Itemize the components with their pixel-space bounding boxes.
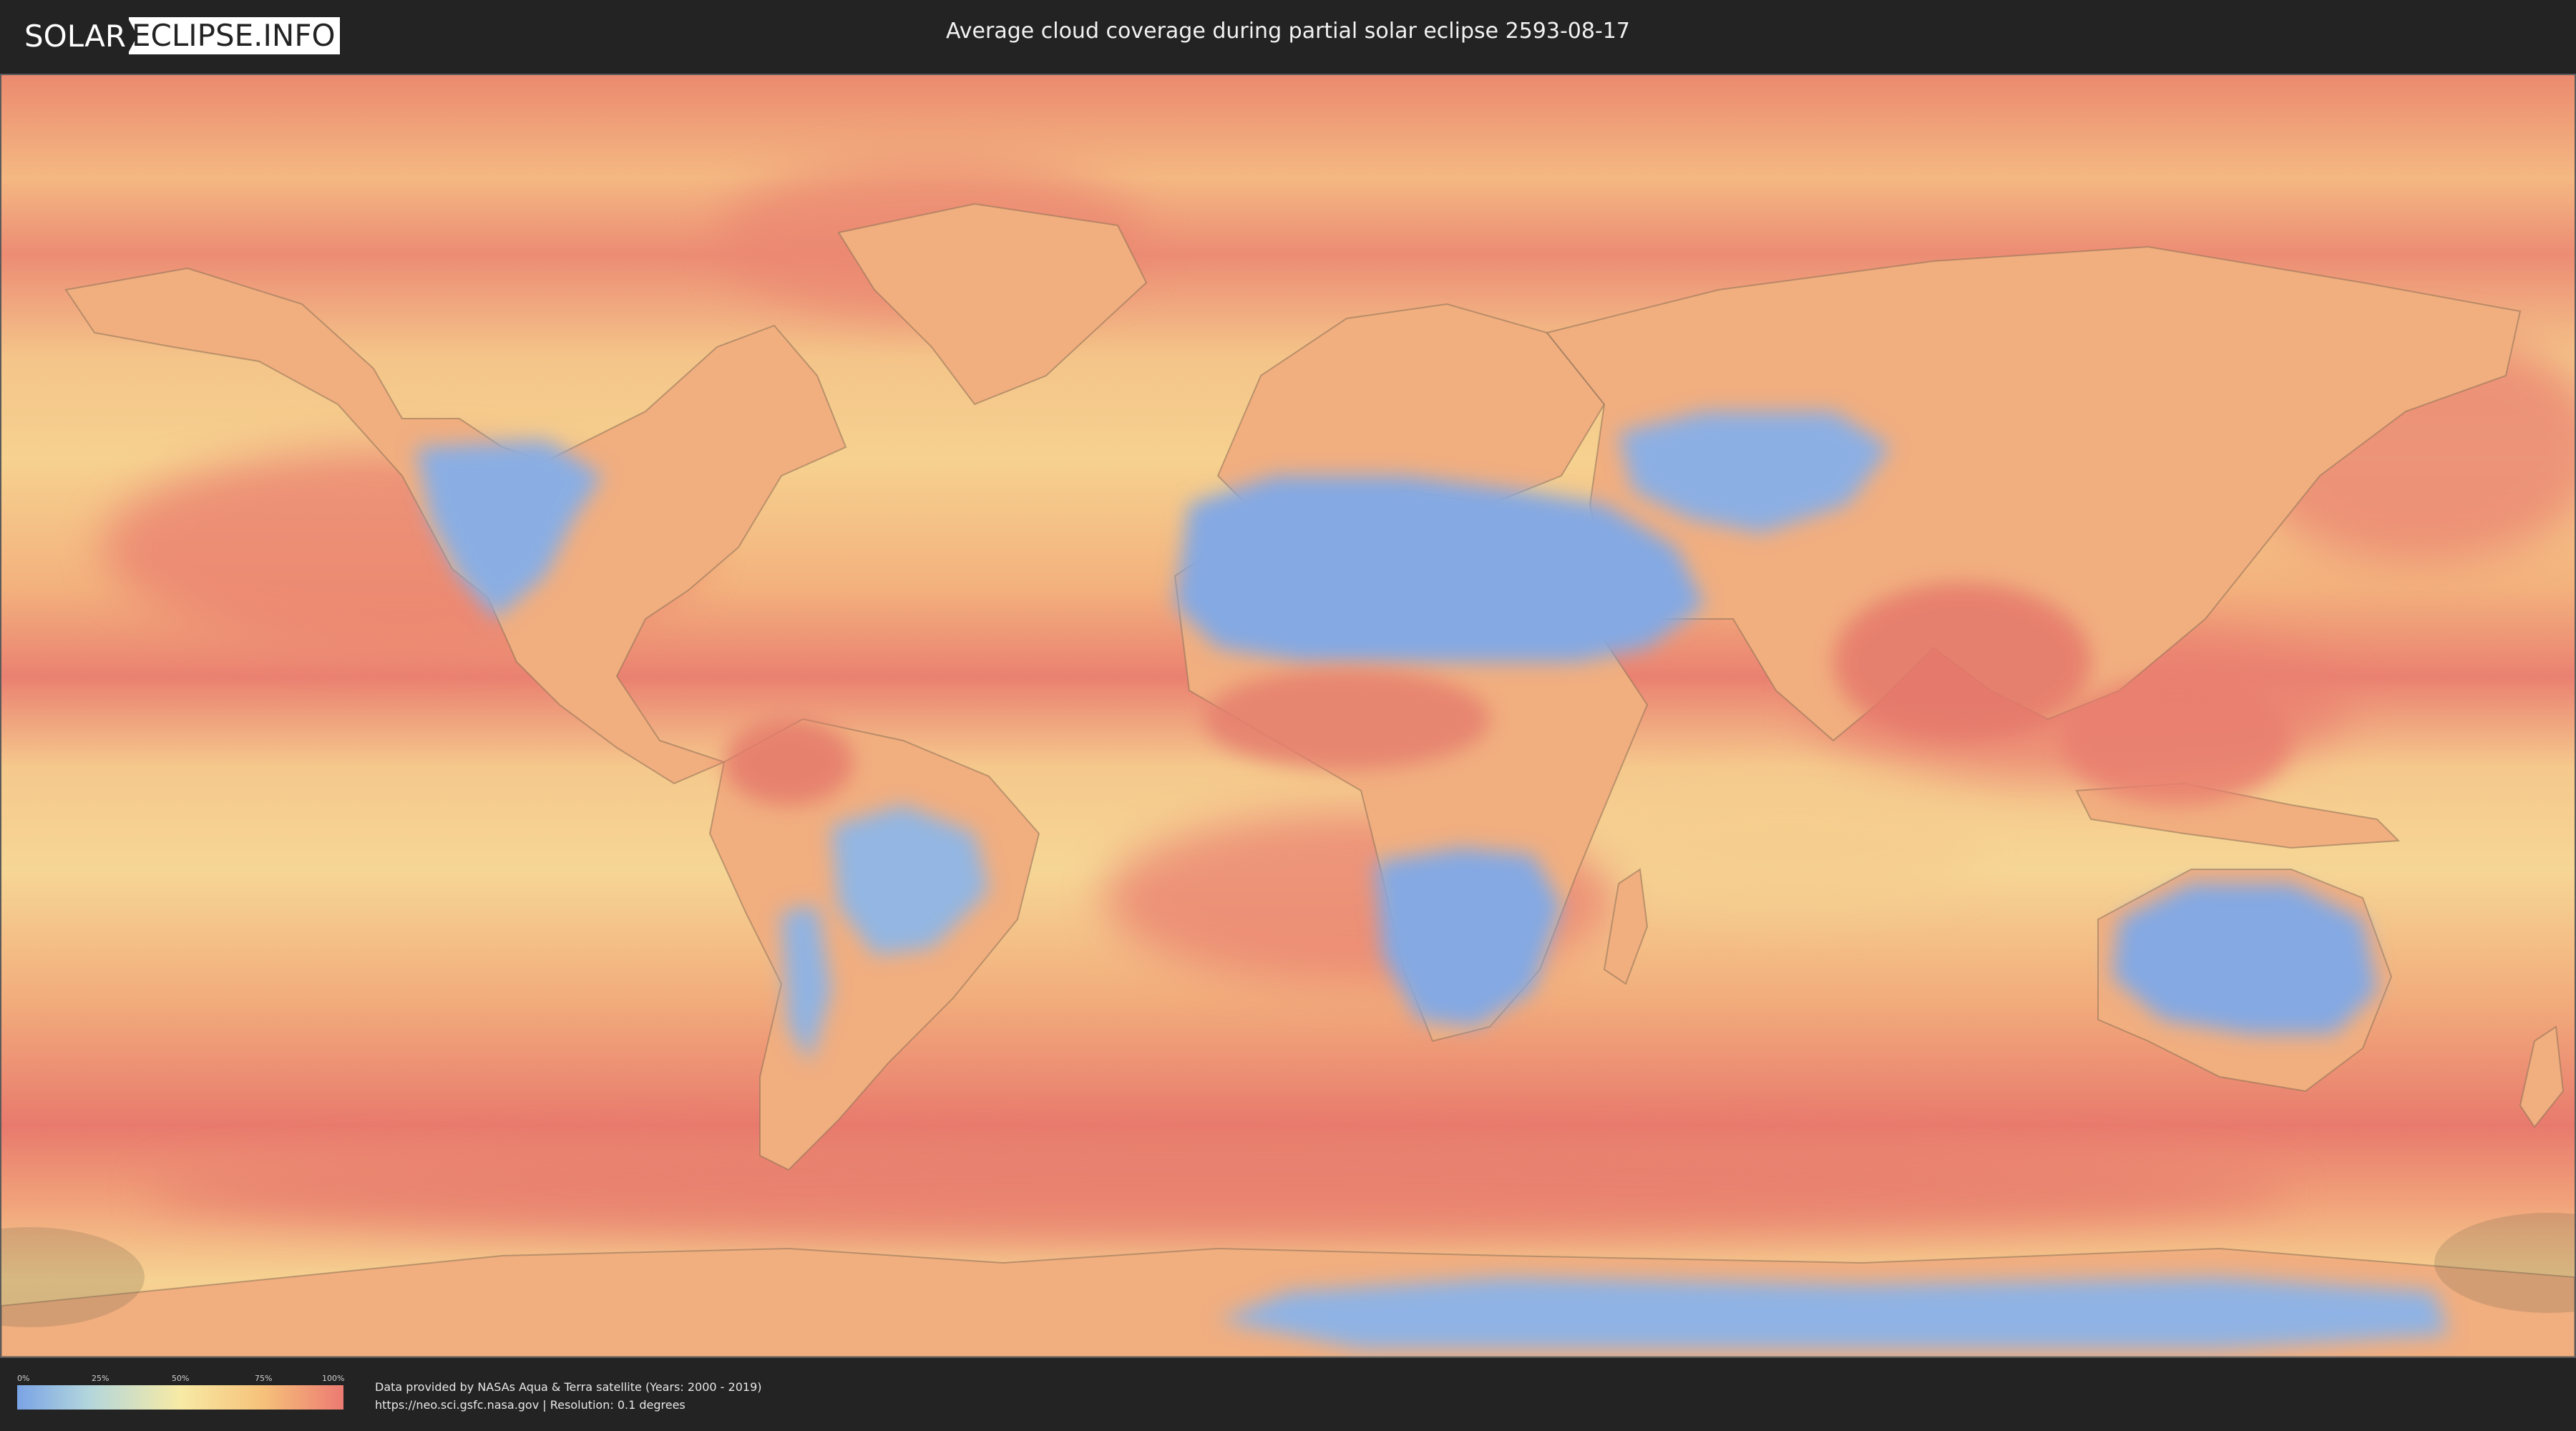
- legend-tick-50: 50%: [172, 1374, 190, 1383]
- credit-line-source: Data provided by NASAs Aqua & Terra sate…: [375, 1380, 762, 1394]
- credit-line-url[interactable]: https://neo.sci.gsfc.nasa.gov | Resoluti…: [375, 1396, 762, 1414]
- data-credit: Data provided by NASAs Aqua & Terra sate…: [375, 1378, 762, 1414]
- cloud-coverage-legend: 0% 25% 50% 75% 100%: [17, 1374, 345, 1415]
- legend-tick-100: 100%: [322, 1374, 345, 1383]
- footer-bar: 0% 25% 50% 75% 100% Data provided by NAS…: [0, 1358, 2576, 1431]
- cloud-coverage-map[interactable]: [1, 75, 2575, 1357]
- legend-tick-75: 75%: [255, 1374, 273, 1383]
- clear-antarctica: [1218, 1277, 2449, 1349]
- legend-tick-25: 25%: [92, 1374, 109, 1383]
- page-title: Average cloud coverage during partial so…: [946, 19, 1630, 44]
- legend-color-bar: [17, 1385, 343, 1410]
- header-bar: SOLAR ECLIPSE.INFO Average cloud coverag…: [0, 0, 2576, 72]
- legend-tick-0: 0%: [17, 1374, 30, 1383]
- map-frame: [0, 74, 2576, 1358]
